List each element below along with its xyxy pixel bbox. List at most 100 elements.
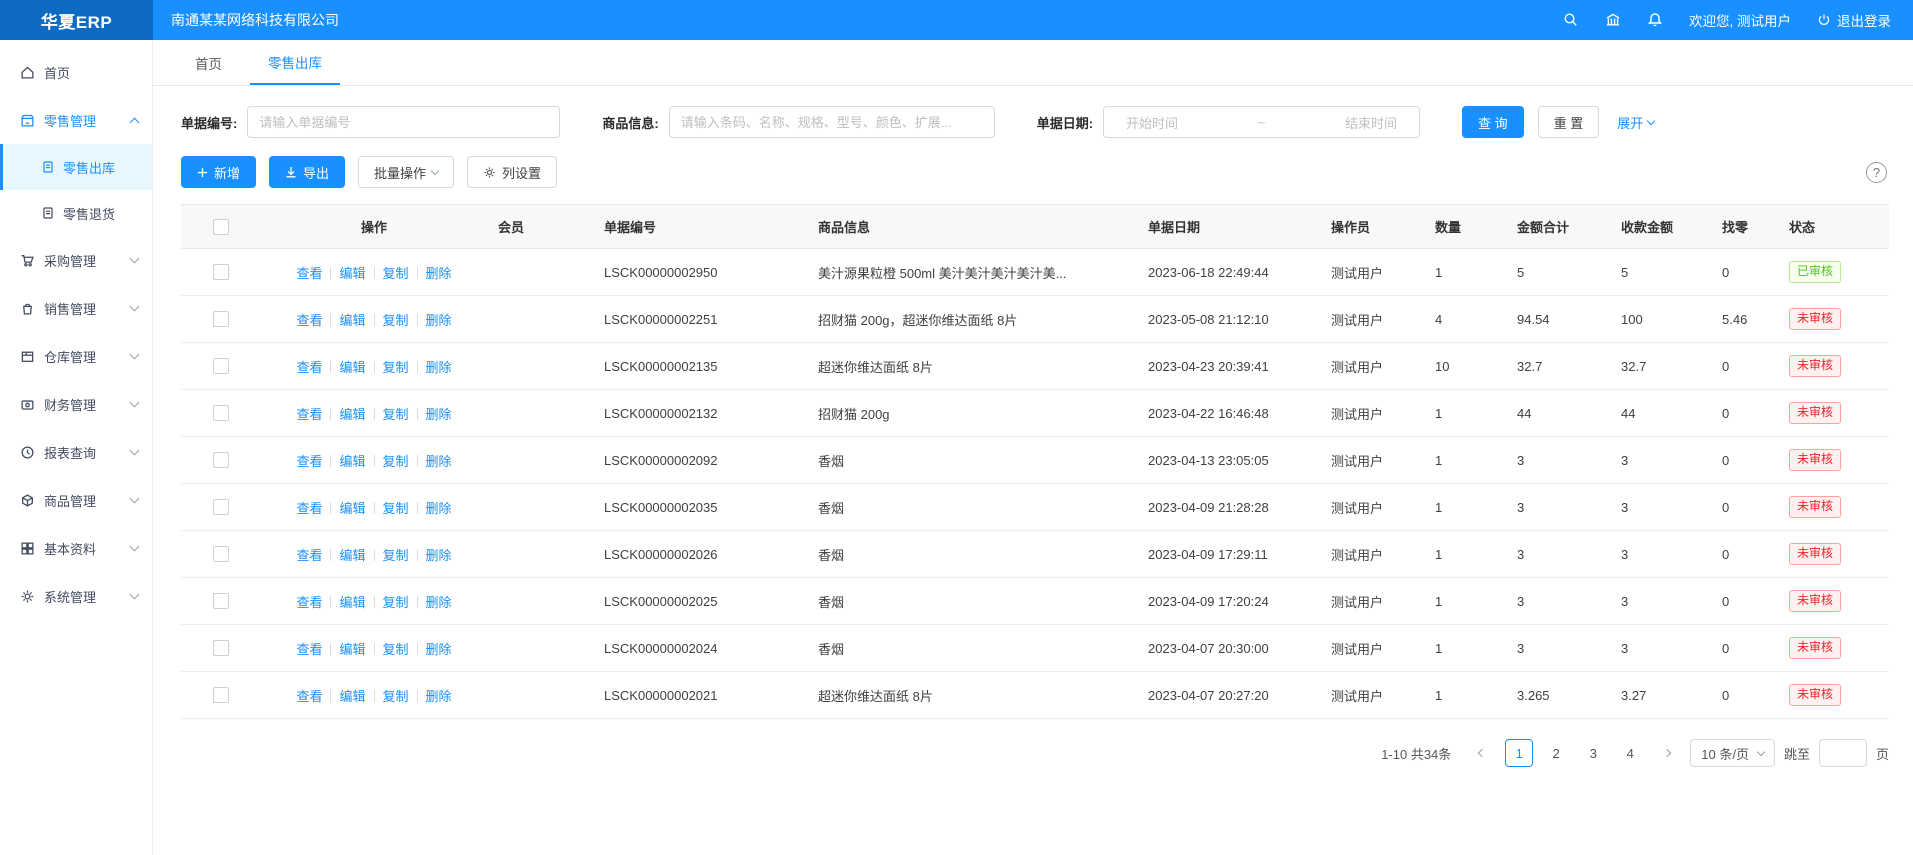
app-logo[interactable]: 华夏ERP bbox=[0, 0, 153, 40]
row-checkbox[interactable] bbox=[213, 264, 229, 280]
copy-link[interactable]: 复制 bbox=[383, 266, 409, 281]
row-checkbox[interactable] bbox=[213, 405, 229, 421]
edit-link[interactable]: 编辑 bbox=[339, 266, 365, 281]
edit-link[interactable]: 编辑 bbox=[339, 642, 365, 657]
help-icon[interactable]: ? bbox=[1866, 162, 1887, 183]
column-settings-button[interactable]: 列设置 bbox=[467, 156, 557, 188]
delete-link[interactable]: 删除 bbox=[426, 642, 452, 657]
delete-link[interactable]: 删除 bbox=[426, 595, 452, 610]
goods-info-input[interactable] bbox=[669, 106, 995, 138]
copy-link[interactable]: 复制 bbox=[383, 595, 409, 610]
view-link[interactable]: 查看 bbox=[296, 548, 322, 563]
copy-link[interactable]: 复制 bbox=[383, 313, 409, 328]
delete-link[interactable]: 删除 bbox=[426, 501, 452, 516]
logout-button[interactable]: 退出登录 bbox=[1817, 10, 1891, 30]
cell-change: 0 bbox=[1712, 343, 1779, 390]
tab-home[interactable]: 首页 bbox=[177, 40, 240, 85]
page-button-3[interactable]: 3 bbox=[1579, 739, 1607, 767]
copy-link[interactable]: 复制 bbox=[383, 689, 409, 704]
jump-to-input[interactable] bbox=[1819, 739, 1867, 767]
sidebar-item-basic-data[interactable]: 基本资料 bbox=[0, 524, 152, 572]
reset-button[interactable]: 重 置 bbox=[1538, 106, 1600, 138]
sidebar-item-home[interactable]: 首页 bbox=[0, 48, 152, 96]
edit-link[interactable]: 编辑 bbox=[339, 313, 365, 328]
page-button-2[interactable]: 2 bbox=[1542, 739, 1570, 767]
row-checkbox[interactable] bbox=[213, 452, 229, 468]
sidebar-item-goods-management[interactable]: 商品管理 bbox=[0, 476, 152, 524]
view-link[interactable]: 查看 bbox=[296, 360, 322, 375]
view-link[interactable]: 查看 bbox=[296, 689, 322, 704]
edit-link[interactable]: 编辑 bbox=[339, 501, 365, 516]
prev-page-button[interactable] bbox=[1468, 739, 1496, 767]
copy-link[interactable]: 复制 bbox=[383, 642, 409, 657]
sidebar-item-purchase-management[interactable]: 采购管理 bbox=[0, 236, 152, 284]
sidebar-item-warehouse-management[interactable]: 仓库管理 bbox=[0, 332, 152, 380]
expand-link[interactable]: 展开 bbox=[1617, 113, 1654, 132]
row-checkbox[interactable] bbox=[213, 499, 229, 515]
row-checkbox[interactable] bbox=[213, 687, 229, 703]
cell-bill-date: 2023-06-18 22:49:44 bbox=[1138, 249, 1321, 296]
row-checkbox[interactable] bbox=[213, 358, 229, 374]
page-size-select[interactable]: 10 条/页 bbox=[1690, 739, 1775, 767]
add-button[interactable]: 新增 bbox=[181, 156, 256, 188]
row-checkbox[interactable] bbox=[213, 640, 229, 656]
view-link[interactable]: 查看 bbox=[296, 454, 322, 469]
search-icon[interactable] bbox=[1563, 12, 1579, 28]
next-page-button[interactable] bbox=[1653, 739, 1681, 767]
export-button[interactable]: 导出 bbox=[269, 156, 345, 188]
tab-retail-outbound[interactable]: 零售出库 bbox=[250, 40, 340, 85]
view-link[interactable]: 查看 bbox=[296, 595, 322, 610]
sidebar-item-retail-return[interactable]: 零售退货 bbox=[0, 190, 152, 236]
sidebar-item-retail-outbound[interactable]: 零售出库 bbox=[0, 144, 152, 190]
divider bbox=[330, 408, 331, 420]
copy-link[interactable]: 复制 bbox=[383, 548, 409, 563]
view-link[interactable]: 查看 bbox=[296, 407, 322, 422]
edit-link[interactable]: 编辑 bbox=[339, 360, 365, 375]
view-link[interactable]: 查看 bbox=[296, 313, 322, 328]
bell-icon[interactable] bbox=[1647, 12, 1663, 28]
sidebar-item-retail-management[interactable]: 零售管理 bbox=[0, 96, 152, 144]
edit-link[interactable]: 编辑 bbox=[339, 454, 365, 469]
copy-link[interactable]: 复制 bbox=[383, 360, 409, 375]
row-checkbox[interactable] bbox=[213, 546, 229, 562]
cell-paid-amount: 3 bbox=[1611, 437, 1712, 484]
view-link[interactable]: 查看 bbox=[296, 642, 322, 657]
edit-link[interactable]: 编辑 bbox=[339, 407, 365, 422]
view-link[interactable]: 查看 bbox=[296, 266, 322, 281]
edit-link[interactable]: 编辑 bbox=[339, 689, 365, 704]
delete-link[interactable]: 删除 bbox=[426, 689, 452, 704]
delete-link[interactable]: 删除 bbox=[426, 266, 452, 281]
sidebar-item-label: 报表查询 bbox=[44, 443, 131, 462]
delete-link[interactable]: 删除 bbox=[426, 548, 452, 563]
edit-link[interactable]: 编辑 bbox=[339, 548, 365, 563]
page-button-1[interactable]: 1 bbox=[1505, 739, 1533, 767]
date-range-picker[interactable]: 开始时间 ~ 结束时间 bbox=[1103, 106, 1420, 138]
batch-operation-button[interactable]: 批量操作 bbox=[358, 156, 454, 188]
copy-link[interactable]: 复制 bbox=[383, 407, 409, 422]
sidebar-item-system-management[interactable]: 系统管理 bbox=[0, 572, 152, 620]
copy-link[interactable]: 复制 bbox=[383, 501, 409, 516]
select-all-checkbox[interactable] bbox=[213, 219, 229, 235]
row-checkbox[interactable] bbox=[213, 311, 229, 327]
delete-link[interactable]: 删除 bbox=[426, 360, 452, 375]
delete-link[interactable]: 删除 bbox=[426, 313, 452, 328]
copy-link[interactable]: 复制 bbox=[383, 454, 409, 469]
sidebar-item-finance-management[interactable]: 财务管理 bbox=[0, 380, 152, 428]
sidebar-item-sales-management[interactable]: 销售管理 bbox=[0, 284, 152, 332]
search-button[interactable]: 查 询 bbox=[1462, 106, 1524, 138]
edit-link[interactable]: 编辑 bbox=[339, 595, 365, 610]
bill-no-input[interactable] bbox=[247, 106, 560, 138]
row-checkbox[interactable] bbox=[213, 593, 229, 609]
cell-change: 0 bbox=[1712, 437, 1779, 484]
view-link[interactable]: 查看 bbox=[296, 501, 322, 516]
bank-icon[interactable] bbox=[1605, 12, 1621, 28]
welcome-user[interactable]: 欢迎您, 测试用户 bbox=[1689, 10, 1791, 30]
page-button-4[interactable]: 4 bbox=[1616, 739, 1644, 767]
bag-icon bbox=[20, 301, 35, 316]
sidebar-item-report-query[interactable]: 报表查询 bbox=[0, 428, 152, 476]
cell-member bbox=[488, 437, 594, 484]
divider bbox=[374, 643, 375, 655]
tab-bar: 首页 零售出库 bbox=[153, 40, 1913, 86]
delete-link[interactable]: 删除 bbox=[426, 407, 452, 422]
delete-link[interactable]: 删除 bbox=[426, 454, 452, 469]
